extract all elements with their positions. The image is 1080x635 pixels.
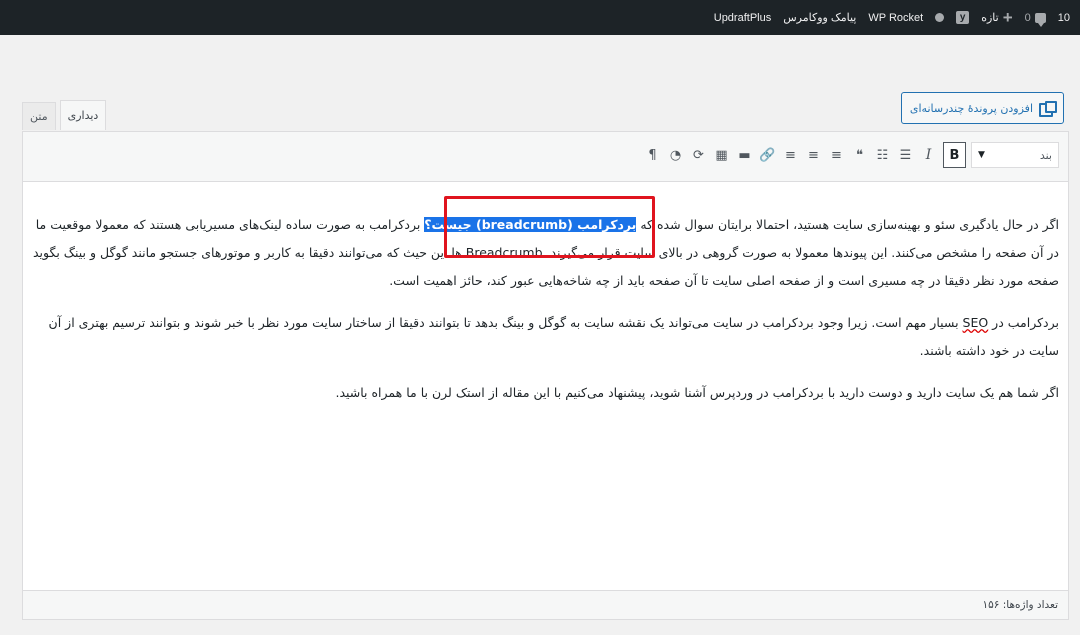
editor-statusbar: تعداد واژه‌ها: ۱۵۶ (23, 590, 1068, 619)
link-icon[interactable]: 🔗 (756, 142, 779, 168)
editor-box: بند ▼ B I ☰ ☷ ❝ ≡ ≡ ≡ 🔗 ▬ ▦ ⟳ ◔ ¶ اگر در (22, 131, 1069, 620)
paragraph-2: بردکرامب در SEO بسیار مهم است. زیرا وجود… (32, 309, 1059, 365)
align-center-icon[interactable]: ≡ (802, 142, 825, 168)
read-more-icon[interactable]: ▬ (733, 142, 756, 168)
add-media-button[interactable]: افزودن پروندهٔ چندرسانه‌ای (900, 92, 1064, 124)
updates-count: 10 (1057, 11, 1070, 24)
align-right-icon[interactable]: ≡ (779, 142, 802, 168)
bullet-list-icon[interactable]: ☰ (894, 142, 917, 168)
editor-tabs: متن دیداری (22, 100, 110, 130)
plus-icon: + (1002, 8, 1013, 27)
selected-heading-text: بردکرامب (breadcrumb) جیست؟ (424, 217, 637, 232)
word-count: تعداد واژه‌ها: ۱۵۶ (982, 599, 1058, 611)
media-icon (1039, 101, 1057, 117)
format-select[interactable]: بند ▼ (971, 142, 1059, 168)
updraftplus-item[interactable]: UpdraftPlus (708, 0, 777, 35)
comments-item[interactable]: 0 (1019, 0, 1052, 35)
paragraph-1: اگر در حال یادگیری سئو و بهینه‌سازی سایت… (32, 211, 1059, 295)
seo-word: SEO (962, 315, 989, 330)
updates-item[interactable]: 10 (1052, 0, 1076, 35)
wp-rocket-item[interactable]: WP Rocket (862, 0, 929, 35)
sms-woocommerce-label: پیامک ووکامرس (783, 12, 857, 24)
toolbar-buttons: B I ☰ ☷ ❝ ≡ ≡ ≡ 🔗 ▬ ▦ ⟳ ◔ ¶ (641, 142, 966, 168)
toolbar-toggle-icon[interactable]: ▦ (710, 142, 733, 168)
admin-bar: 10 0 + تازه y WP Rocket پیامک ووکامرس Up… (0, 0, 1080, 35)
chevron-down-icon: ▼ (978, 150, 985, 160)
yoast-icon: y (956, 11, 970, 24)
paragraph-direction-icon[interactable]: ¶ (641, 142, 664, 168)
format-select-value: بند (1039, 148, 1052, 162)
paragraph-3: اگر شما هم یک سایت دارید و دوست دارید با… (335, 385, 1059, 400)
italic-button[interactable]: I (917, 142, 940, 168)
admin-bar-items: 10 0 + تازه y WP Rocket پیامک ووکامرس Up… (708, 0, 1080, 35)
comments-count: 0 (1024, 11, 1031, 24)
p2-after: بسیار مهم است. زیرا وجود بردکرامب در سای… (48, 315, 1059, 358)
numbered-list-icon[interactable]: ☷ (871, 142, 894, 168)
add-media-label: افزودن پروندهٔ چندرسانه‌ای (909, 101, 1033, 115)
updraftplus-label: UpdraftPlus (713, 11, 772, 24)
p2-before: بردکرامب در (988, 315, 1059, 330)
blockquote-icon[interactable]: ❝ (848, 142, 871, 168)
editor-content[interactable]: اگر در حال یادگیری سئو و بهینه‌سازی سایت… (23, 183, 1068, 590)
wp-rocket-label: WP Rocket (868, 11, 924, 24)
p1-before: اگر در حال یادگیری سئو و بهینه‌سازی سایت… (636, 217, 1059, 232)
tab-text[interactable]: متن (22, 102, 56, 130)
sms-woocommerce-item[interactable]: پیامک ووکامرس (777, 0, 862, 35)
refresh-icon[interactable]: ⟳ (687, 142, 710, 168)
yoast-item[interactable]: y (950, 0, 975, 35)
dot-icon (935, 13, 945, 22)
tab-visual[interactable]: دیداری (59, 100, 107, 130)
status-dot-item[interactable] (929, 0, 950, 35)
editor-toolbar: بند ▼ B I ☰ ☷ ❝ ≡ ≡ ≡ 🔗 ▬ ▦ ⟳ ◔ ¶ (23, 132, 1068, 182)
comment-icon (1034, 12, 1046, 27)
new-item[interactable]: + تازه (975, 0, 1018, 35)
new-label: تازه (981, 12, 999, 24)
align-left-icon[interactable]: ≡ (825, 142, 848, 168)
bold-button[interactable]: B (943, 142, 966, 168)
pie-icon[interactable]: ◔ (664, 142, 687, 168)
post-editor: افزودن پروندهٔ چندرسانه‌ای متن دیداری بن… (22, 90, 1069, 620)
